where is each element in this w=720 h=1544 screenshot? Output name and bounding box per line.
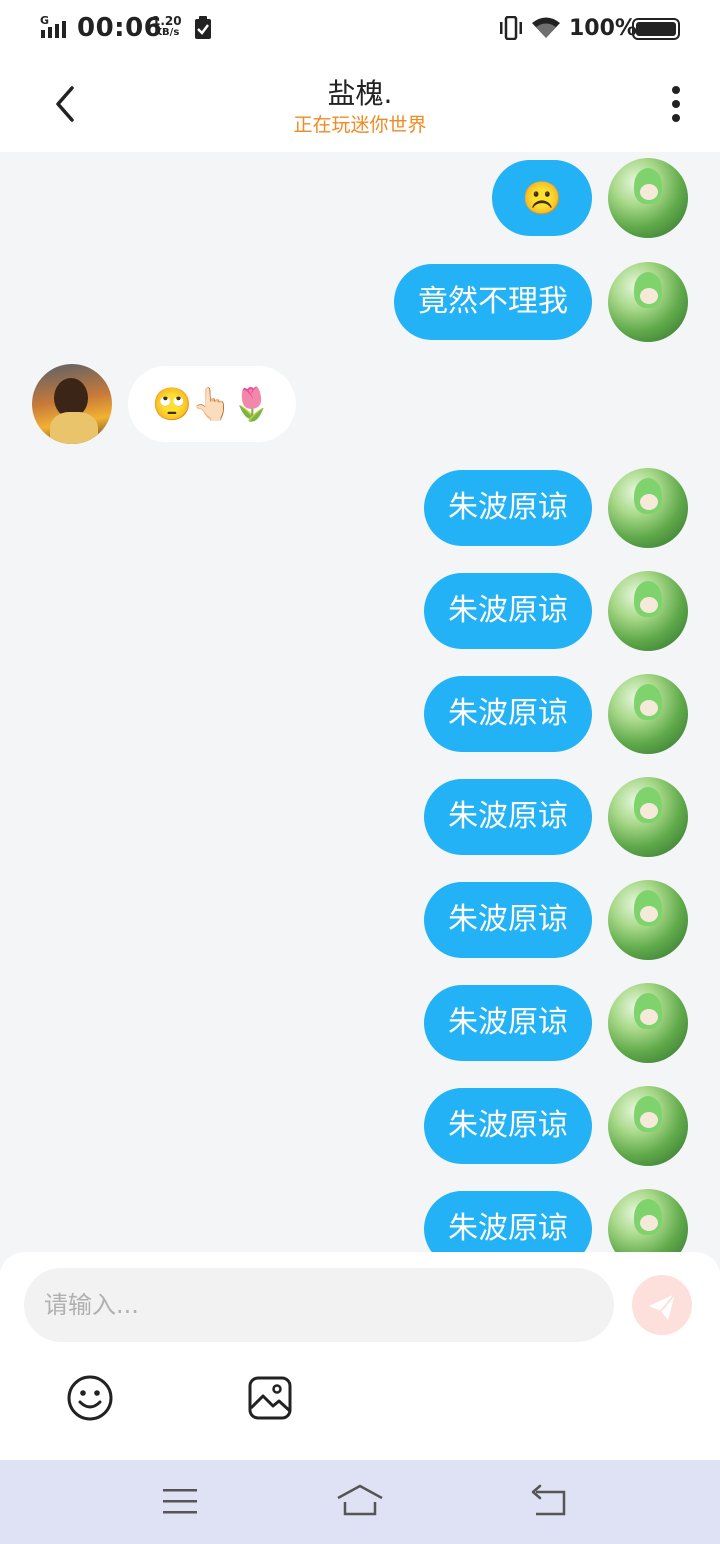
network-speed: 1.20 KB/s (152, 15, 182, 39)
message-bubble[interactable]: 朱波原谅 (424, 470, 592, 546)
message-text: 朱波原谅 (448, 1005, 568, 1040)
message-bubble[interactable]: 朱波原谅 (424, 1191, 592, 1252)
status-bar: G 00:06 1.20 KB/s 100% (0, 0, 720, 58)
message-row: 朱波原谅 (0, 1086, 720, 1166)
recent-apps-button[interactable] (162, 1486, 198, 1522)
message-row: 朱波原谅 (0, 983, 720, 1063)
message-row: 朱波原谅 (0, 674, 720, 754)
contact-status: 正在玩迷你世界 (293, 114, 427, 136)
more-button[interactable] (660, 82, 692, 126)
system-nav-bar (0, 1460, 720, 1544)
message-text: 朱波原谅 (448, 902, 568, 937)
my-avatar[interactable] (608, 777, 688, 857)
composer (0, 1252, 720, 1460)
message-row: 朱波原谅 (0, 1189, 720, 1252)
my-avatar[interactable] (608, 262, 688, 342)
message-text: 朱波原谅 (448, 1108, 568, 1143)
message-bubble[interactable]: 朱波原谅 (424, 985, 592, 1061)
message-text: 朱波原谅 (448, 593, 568, 628)
message-bubble[interactable]: ☹️ (492, 160, 592, 236)
my-avatar[interactable] (608, 880, 688, 960)
my-avatar[interactable] (608, 983, 688, 1063)
paper-plane-icon (649, 1293, 676, 1320)
clipboard-check-icon (194, 16, 212, 44)
back-arrow-icon (531, 1484, 566, 1516)
message-list[interactable]: ☹️ 竟然不理我 🙄👆🏻🌷 朱波原谅 朱波原谅 朱波原谅 朱波原谅 朱波原谅 朱… (0, 152, 720, 1252)
speed-value: 1.20 (152, 14, 182, 28)
system-back-button[interactable] (530, 1484, 570, 1522)
chat-header: 盐槐. 正在玩迷你世界 (0, 58, 720, 152)
battery-icon (632, 18, 680, 40)
my-avatar[interactable] (608, 158, 688, 238)
message-bubble[interactable]: 朱波原谅 (424, 882, 592, 958)
message-text: 朱波原谅 (448, 696, 568, 731)
message-text: 🙄👆🏻🌷 (152, 385, 272, 423)
message-row: 朱波原谅 (0, 571, 720, 651)
image-icon (248, 1376, 292, 1420)
home-button[interactable] (336, 1482, 384, 1524)
svg-text:G: G (40, 14, 49, 27)
message-bubble[interactable]: 朱波原谅 (424, 676, 592, 752)
battery-percent: 100% (569, 16, 637, 41)
contact-name: 盐槐. (327, 77, 393, 110)
message-row: 朱波原谅 (0, 777, 720, 857)
signal-icon: G (40, 14, 72, 44)
message-text: 朱波原谅 (448, 490, 568, 525)
smile-icon (67, 1375, 113, 1421)
message-row: 🙄👆🏻🌷 (0, 364, 720, 444)
vibrate-icon (498, 15, 524, 44)
my-avatar[interactable] (608, 571, 688, 651)
message-text: 朱波原谅 (448, 799, 568, 834)
message-bubble[interactable]: 竟然不理我 (394, 264, 592, 340)
more-vertical-icon (672, 86, 680, 122)
message-bubble[interactable]: 🙄👆🏻🌷 (128, 366, 296, 442)
message-row: 竟然不理我 (0, 262, 720, 342)
contact-avatar[interactable] (32, 364, 112, 444)
wifi-icon (531, 16, 561, 44)
emoji-button[interactable] (66, 1374, 114, 1422)
message-input[interactable] (24, 1268, 614, 1342)
my-avatar[interactable] (608, 468, 688, 548)
menu-icon (163, 1489, 197, 1514)
message-bubble[interactable]: 朱波原谅 (424, 1088, 592, 1164)
message-text: 朱波原谅 (448, 1211, 568, 1246)
message-row: 朱波原谅 (0, 468, 720, 548)
my-avatar[interactable] (608, 1189, 688, 1252)
speed-unit: KB/s (154, 27, 180, 38)
message-bubble[interactable]: 朱波原谅 (424, 573, 592, 649)
message-text: 竟然不理我 (418, 284, 568, 319)
my-avatar[interactable] (608, 674, 688, 754)
clock: 00:06 (77, 13, 163, 43)
message-row: 朱波原谅 (0, 880, 720, 960)
message-row: ☹️ (0, 158, 720, 238)
my-avatar[interactable] (608, 1086, 688, 1166)
image-button[interactable] (246, 1374, 294, 1422)
send-button[interactable] (632, 1275, 692, 1335)
home-icon (337, 1484, 383, 1516)
message-bubble[interactable]: 朱波原谅 (424, 779, 592, 855)
message-text: ☹️ (522, 179, 562, 217)
